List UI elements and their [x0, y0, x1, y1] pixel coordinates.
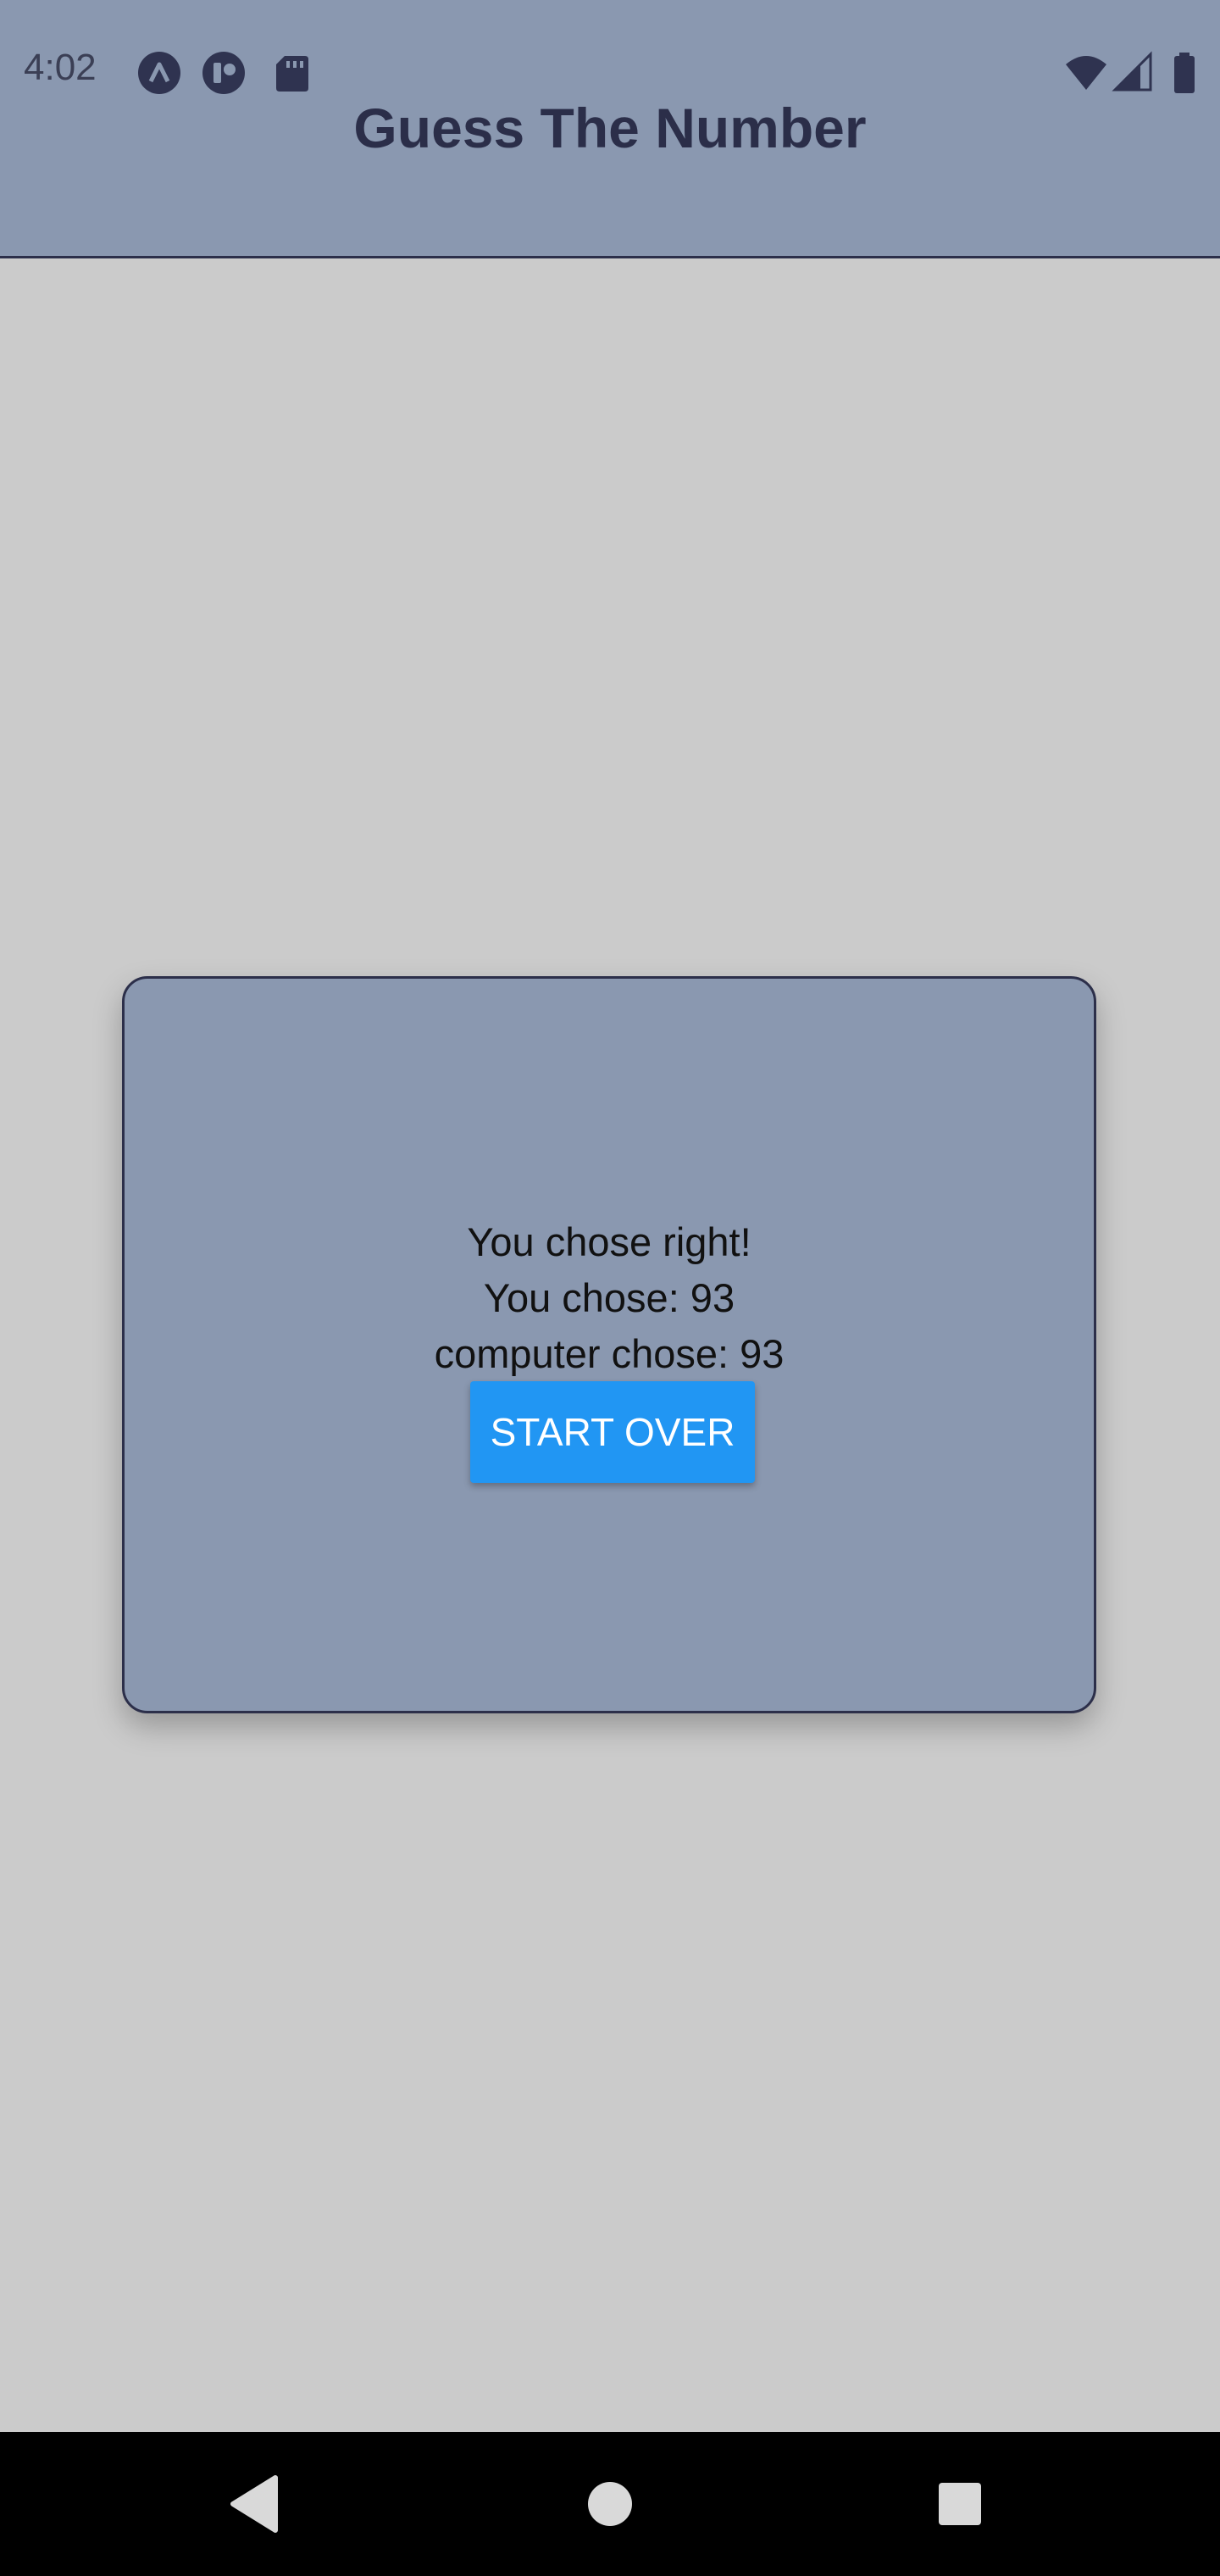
computer-choice-text: computer chose: 93	[434, 1331, 785, 1376]
result-card: You chose right! You chose: 93 computer …	[122, 976, 1096, 1713]
battery-icon	[1162, 51, 1206, 95]
home-icon[interactable]	[572, 2466, 648, 2542]
start-over-button[interactable]: START OVER	[470, 1381, 755, 1483]
app-b-icon	[202, 51, 246, 95]
wifi-icon	[1064, 51, 1108, 95]
status-time: 4:02	[24, 47, 97, 88]
recents-icon[interactable]	[922, 2466, 998, 2542]
result-message: You chose right!	[467, 1219, 751, 1264]
page-title: Guess The Number	[353, 97, 867, 159]
system-nav-bar	[0, 2432, 1220, 2576]
back-icon[interactable]	[216, 2466, 292, 2542]
signal-icon	[1112, 51, 1156, 95]
app-header: 4:02 Guess The Number	[0, 0, 1220, 258]
app-a-icon	[137, 51, 181, 95]
user-choice-text: You chose: 93	[483, 1275, 735, 1320]
sd-card-icon	[269, 51, 313, 95]
